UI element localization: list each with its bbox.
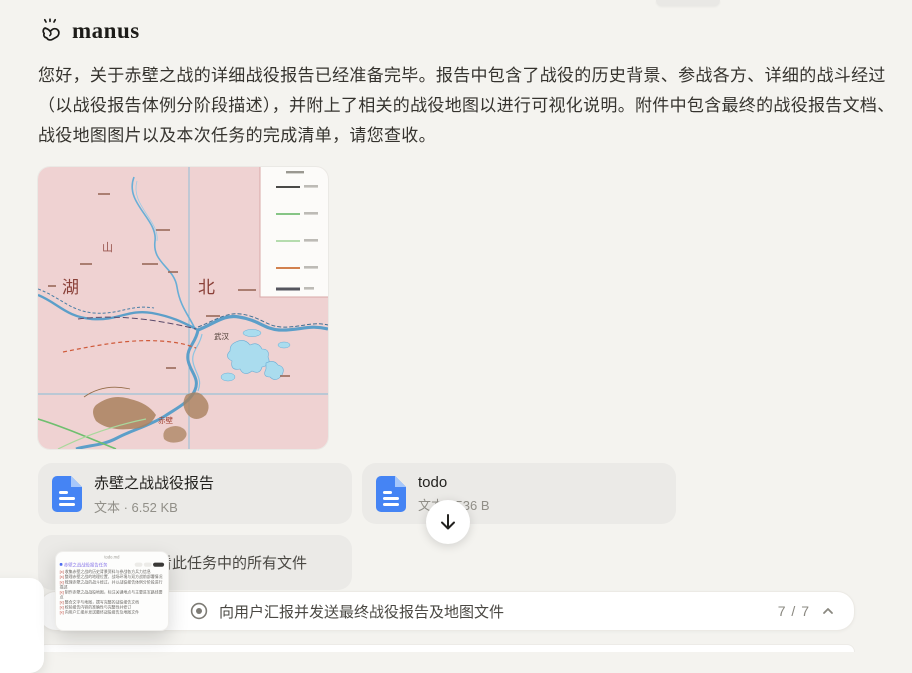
scroll-to-bottom-button[interactable] <box>426 500 470 544</box>
file-title: 赤壁之战战役报告 <box>94 472 214 493</box>
todo-checklist: [x]收集赤壁之战的历史背景资料与参战各方兵力信息 [x]整理赤壁之战的地理位置… <box>56 569 168 615</box>
file-meta: 文本 · 6.52 KB <box>94 497 214 516</box>
arrow-down-icon <box>438 512 458 532</box>
brand-logo: manus <box>38 18 140 44</box>
task-progress-count: 7 / 7 <box>778 603 810 619</box>
file-title: todo <box>418 474 490 491</box>
battle-map-image[interactable]: 湖 北 山 武汉 赤壁 <box>38 167 328 449</box>
todo-item: [x]梳理赤壁之战的战斗经过，并以战役报告体例分阶段进行描述 <box>60 580 164 590</box>
document-icon <box>52 476 82 512</box>
scrolled-bubble-edge <box>656 0 720 6</box>
preview-heading: 赤壁之战战役报告任务 <box>64 561 108 567</box>
attachment-card-report[interactable]: 赤壁之战战役报告 文本 · 6.52 KB <box>38 463 352 524</box>
document-icon <box>376 476 406 512</box>
map-label-bei: 北 <box>198 278 215 297</box>
stacked-preview-card <box>0 578 44 673</box>
chevron-up-icon[interactable] <box>820 603 836 619</box>
todo-item: [x]制作赤壁之战战役地图，标注关键地点与主要进军路线要点 <box>60 590 164 600</box>
map-label-shan: 山 <box>102 241 113 254</box>
map-label-hu: 湖 <box>62 278 79 297</box>
manus-hand-icon <box>38 18 64 44</box>
filter-pill-active <box>153 562 164 566</box>
preview-filename: todo.md <box>56 552 168 561</box>
todo-item: [x]向用户汇报并发送最终战役报告及地图文件 <box>60 610 164 615</box>
brand-name: manus <box>72 18 140 44</box>
filter-pill <box>135 562 143 566</box>
target-icon <box>189 601 209 621</box>
todo-file-preview-popup[interactable]: todo.md 赤壁之战战役报告任务 [x]收集赤壁之战的历史背景资料与参战各方… <box>55 551 169 631</box>
task-label: 向用户汇报并发送最终战役报告及地图文件 <box>219 601 504 622</box>
map-canvas: 湖 北 山 武汉 赤壁 <box>38 167 328 449</box>
map-label-chibi: 赤壁 <box>158 415 173 425</box>
filter-pill <box>144 562 152 566</box>
map-label-wuhan: 武汉 <box>214 331 229 341</box>
attachment-card-todo[interactable]: todo 文本 · 536 B <box>362 463 676 524</box>
bullet-icon <box>60 563 63 566</box>
assistant-message: 您好，关于赤壁之战的详细战役报告已经准备完毕。报告中包含了战役的历史背景、参战各… <box>38 61 900 151</box>
